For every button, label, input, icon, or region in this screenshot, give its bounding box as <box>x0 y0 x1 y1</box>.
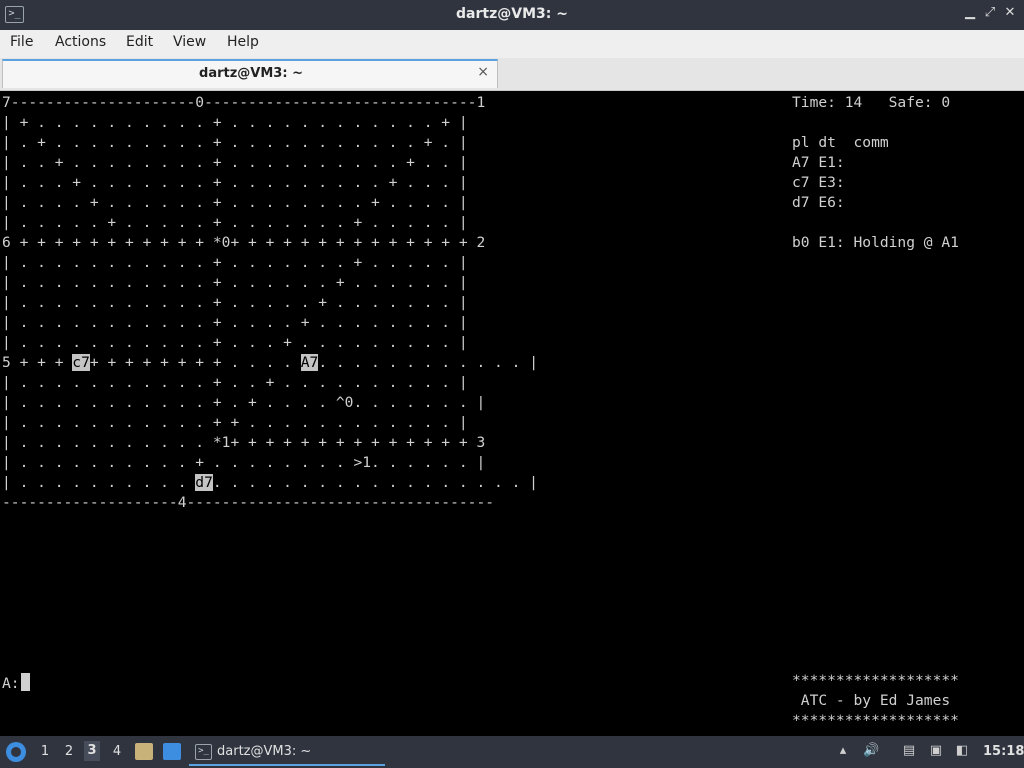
volume-icon[interactable]: 🔊 <box>863 743 879 760</box>
maximize-button[interactable]: ⤢ <box>982 5 998 23</box>
workspace-2[interactable]: 2 <box>61 744 77 759</box>
radar-text: | . . + . . . . . . . . + . . . . . . . … <box>2 154 468 171</box>
radar-text: | . . . . . . . . . . . + . . + . . . . … <box>2 374 468 391</box>
tab-bar: dartz@VM3: ~ × <box>0 58 1024 91</box>
radar-row: | . . . . . + . . . . . + . . . . . . . … <box>2 214 468 231</box>
workspace-3[interactable]: 3 <box>84 741 100 761</box>
radar-text: | + . . . . . . . . . . + . . . . . . . … <box>2 114 468 131</box>
menu-file[interactable]: File <box>10 34 33 50</box>
radar-row: | . . . . . . . . . . d7. . . . . . . . … <box>2 474 538 491</box>
credits-line: ******************* <box>792 672 959 689</box>
radar-text: | . . . . . . . . . . . + . + . . . . ^0… <box>2 394 486 411</box>
radar-text: | . . . . . . . . . . + . . . . . . . . … <box>2 454 486 471</box>
radar-row: | . . . . . . . . . . . + . . . . . + . … <box>2 294 468 311</box>
radar-text: . . . . . . . . . . . . . . . . . . | <box>212 474 538 491</box>
radar-text: | . . . + . . . . . . . + . . . . . . . … <box>2 174 468 191</box>
terminal-area[interactable]: 7---------------------0-----------------… <box>0 91 1024 736</box>
task-label: dartz@VM3: ~ <box>217 744 312 759</box>
radar-text: 6 + + + + + + + + + + + *0+ + + + + + + … <box>2 234 486 251</box>
radar-row: | . + . . . . . . . . . + . . . . . . . … <box>2 134 468 151</box>
radar-text: | . . . . . . . . . . . *1+ + + + + + + … <box>2 434 486 451</box>
start-menu-icon[interactable] <box>6 742 26 762</box>
radar-row: | . . . . . . . . . . . *1+ + + + + + + … <box>2 434 485 451</box>
radar-text: | . . . . . . . . . . <box>2 474 196 491</box>
info-line: Time: 14 Safe: 0 <box>792 94 951 111</box>
network-icon[interactable]: ▣ <box>928 743 944 760</box>
menu-actions[interactable]: Actions <box>55 34 106 50</box>
tab-terminal[interactable]: dartz@VM3: ~ × <box>2 59 498 88</box>
show-desktop-icon[interactable] <box>163 743 181 760</box>
radar-text: . . . . . . . . . . . . | <box>318 354 538 371</box>
radar-row: | . . . . . . . . . . . + . . + . . . . … <box>2 374 468 391</box>
atc-radar-screen: 7---------------------0-----------------… <box>2 93 538 513</box>
radar-row: | + . . . . . . . . . . + . . . . . . . … <box>2 114 468 131</box>
menu-help[interactable]: Help <box>227 34 259 50</box>
radar-row: | . . . . . . . . . . . + . . . . + . . … <box>2 314 468 331</box>
info-line: A7 E1: <box>792 154 845 171</box>
radar-row: | . . . + . . . . . . . + . . . . . . . … <box>2 174 468 191</box>
plane-marker: d7 <box>195 474 213 491</box>
menu-edit[interactable]: Edit <box>126 34 153 50</box>
radar-text: | . . . . . . . . . . . + . . . . . + . … <box>2 294 468 311</box>
terminal-task-icon: >_ <box>195 744 212 760</box>
info-line: pl dt comm <box>792 134 889 151</box>
radar-text: | . + . . . . . . . . . + . . . . . . . … <box>2 134 468 151</box>
radar-text: | . . . . . . . . . . . + . . . + . . . … <box>2 334 468 351</box>
radar-text: 5 + + + <box>2 354 73 371</box>
info-line: b0 E1: Holding @ A1 <box>792 234 959 251</box>
atc-credits: ******************* ATC - by Ed James **… <box>792 671 959 731</box>
taskbar-task-terminal[interactable]: >_ dartz@VM3: ~ <box>189 738 385 766</box>
window-title: dartz@VM3: ~ <box>456 6 568 22</box>
workspace-1[interactable]: 1 <box>37 744 53 759</box>
taskbar: 1 2 3 4 >_ dartz@VM3: ~ ▴ 🔊 ▤ ▣ ◧ 15:18 <box>0 736 1024 768</box>
radar-text: | . . . . . . . . . . . + . . . . + . . … <box>2 314 468 331</box>
command-prompt[interactable]: A: <box>2 673 30 694</box>
info-line: c7 E3: <box>792 174 845 191</box>
radar-text: | . . . . . . . . . . . + . . . . . . . … <box>2 254 468 271</box>
prompt-label: A: <box>2 675 20 692</box>
menubar: File Actions Edit View Help <box>0 30 1024 58</box>
clock: 15:18 <box>983 744 1024 759</box>
info-line: d7 E6: <box>792 194 845 211</box>
radar-row: 7---------------------0-----------------… <box>2 94 485 111</box>
radar-text: 7---------------------0-----------------… <box>2 94 486 111</box>
menu-view[interactable]: View <box>173 34 206 50</box>
radar-text: | . . . . . . . . . . . + . . . . . . + … <box>2 274 468 291</box>
tab-close-icon[interactable]: × <box>477 64 489 80</box>
radar-row: | . . . . . . . . . . . + . . . . . . . … <box>2 254 468 271</box>
workspace-4[interactable]: 4 <box>109 744 125 759</box>
tab-title: dartz@VM3: ~ <box>199 66 303 81</box>
notification-icon[interactable]: ◧ <box>954 743 970 760</box>
credits-line: ******************* <box>792 712 959 729</box>
radar-row: | . . . . . . . . . . . + + . . . . . . … <box>2 414 468 431</box>
radar-row: | . . . . . . . . . . . + . + . . . . ^0… <box>2 394 485 411</box>
credits-line: ATC - by Ed James <box>792 692 951 709</box>
plane-marker: A7 <box>300 354 319 371</box>
radar-row: 6 + + + + + + + + + + + *0+ + + + + + + … <box>2 234 485 251</box>
atc-flight-info: Time: 14 Safe: 0 pl dt comm A7 E1: c7 E3… <box>792 93 959 253</box>
radar-text: | . . . . . . . . . . . + + . . . . . . … <box>2 414 468 431</box>
file-manager-icon[interactable] <box>135 743 153 760</box>
close-window-button[interactable]: ✕ <box>1002 5 1018 23</box>
radar-text: --------------------4-------------------… <box>2 494 495 511</box>
radar-text: | . . . . . + . . . . . + . . . . . . . … <box>2 214 468 231</box>
tray-arrow-icon[interactable]: ▴ <box>835 743 851 760</box>
window-titlebar[interactable]: >_ dartz@VM3: ~ ▁ ⤢ ✕ <box>0 0 1024 30</box>
radar-text: + + + + + + + + . . . . <box>89 354 301 371</box>
radar-text: | . . . . + . . . . . . + . . . . . . . … <box>2 194 468 211</box>
radar-row: | . . + . . . . . . . . + . . . . . . . … <box>2 154 468 171</box>
minimize-button[interactable]: ▁ <box>962 5 978 23</box>
radar-row: | . . . . . . . . . . . + . . . + . . . … <box>2 334 468 351</box>
radar-row: 5 + + + c7+ + + + + + + + . . . . A7. . … <box>2 354 538 371</box>
radar-row: | . . . . . . . . . . . + . . . . . . + … <box>2 274 468 291</box>
radar-row: --------------------4-------------------… <box>2 494 494 511</box>
clipboard-icon[interactable]: ▤ <box>901 743 917 760</box>
plane-marker: c7 <box>72 354 90 371</box>
radar-row: | . . . . . . . . . . + . . . . . . . . … <box>2 454 485 471</box>
radar-row: | . . . . + . . . . . . + . . . . . . . … <box>2 194 468 211</box>
text-cursor <box>20 673 30 691</box>
